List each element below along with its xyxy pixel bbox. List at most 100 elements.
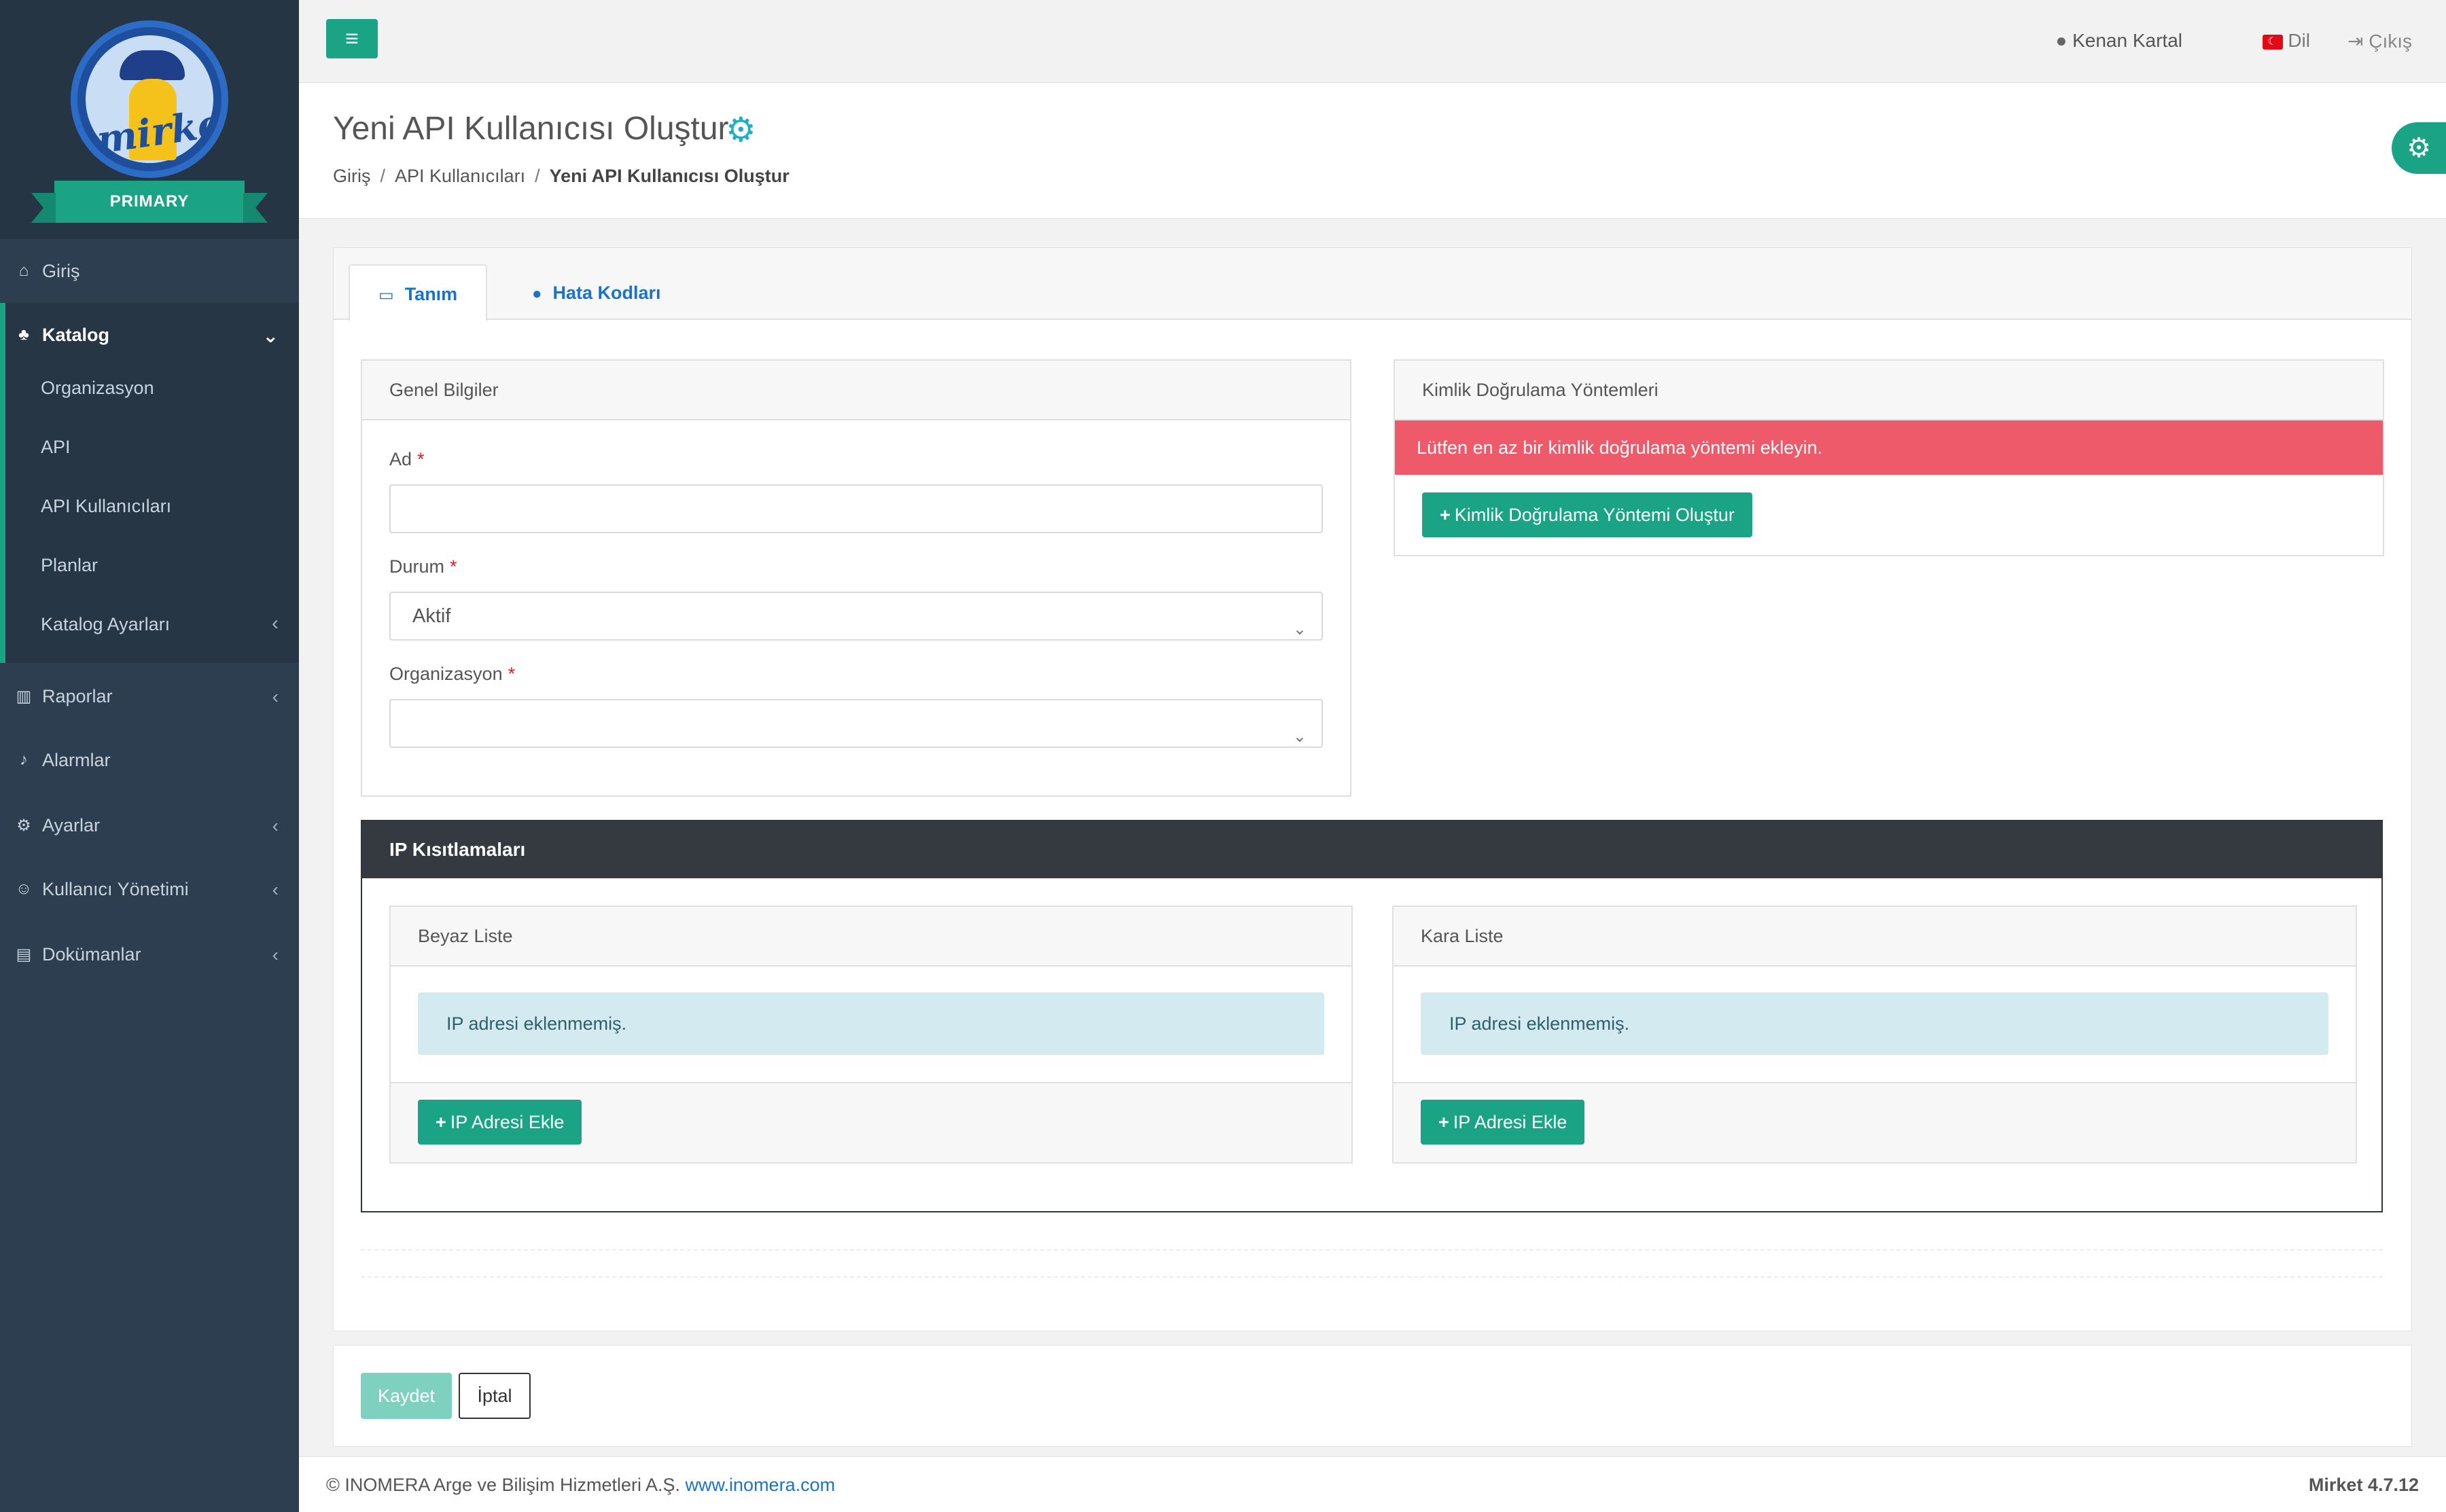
sidebar-subitem-katalog-ayarlari[interactable]: Katalog Ayarları [41,614,170,635]
sidebar-subitem-api-kullanicilari[interactable]: API Kullanıcıları [41,496,171,517]
form-actions: Kaydet İptal [333,1345,2412,1447]
language-label: Dil [2288,30,2310,51]
sidebar-item-kullanici-yonetimi[interactable]: ☺ Kullanıcı Yönetimi ‹ [0,857,299,921]
logo-ribbon: PRIMARY [31,181,268,223]
blacklist-empty-message: IP adresi eklenmemiş. [1421,992,2328,1055]
panel-title: Kara Liste [1394,907,2356,967]
sidebar-subitem-api[interactable]: API [41,437,71,458]
chart-icon: ▥ [16,687,32,706]
version: Mirket 4.7.12 [2308,1475,2419,1495]
breadcrumb-current: Yeni API Kullanıcısı Oluştur [549,166,790,186]
catalog-submenu: ♣ Katalog ⌄ Organizasyon API API Kullanı… [0,303,299,663]
page-title: Yeni API Kullanıcısı Oluştur [333,111,729,147]
chevron-down-icon: ⌄ [1292,620,1307,638]
hamburger-icon: ≡ [345,26,359,52]
page-header: Yeni API Kullanıcısı Oluştur ⚙ Giriş / API… [299,83,2446,219]
whitelist-panel: Beyaz Liste IP adresi eklenmemiş. + IP Ad… [389,905,1353,1164]
menu-toggle-button[interactable]: ≡ [326,19,378,58]
panel-title: Beyaz Liste [391,907,1351,967]
chevron-down-icon: ⌄ [1292,727,1307,746]
id-card-icon: ▭ [378,286,394,304]
mascot-logo-icon: mirket [71,20,228,178]
exclamation-circle-icon: ● [532,285,542,303]
breadcrumb-api-users[interactable]: API Kullanıcıları [395,166,525,186]
bell-icon: ♪ [20,751,28,769]
create-auth-method-button[interactable]: + Kimlik Doğrulama Yöntemi Oluştur [1422,492,1752,537]
tab-bar: ▭ Tanım ● Hata Kodları [334,248,2411,321]
auth-required-alert: Lütfen en az bir kimlik doğrulama yöntem… [1395,420,2383,475]
breadcrumb: Giriş / API Kullanıcıları / Yeni API Kullanı… [333,166,790,186]
sidebar-item-label: Ayarlar [42,814,101,835]
organization-label: Organizasyon * [389,664,516,684]
sidebar-item-dokumanlar[interactable]: ▤ Dokümanlar ‹ [0,922,299,986]
settings-float-button[interactable]: ⚙ [2392,122,2446,174]
tab-label: Tanım [404,284,458,304]
topbar: ≡ ● Kenan Kartal ☾ Dil ⇥ Çıkış [299,0,2446,83]
name-input[interactable] [389,484,1323,533]
sidebar-item-label: Giriş [42,260,80,281]
save-button[interactable]: Kaydet [361,1373,452,1419]
organization-select[interactable]: ⌄ [389,699,1323,748]
status-label: Durum * [389,556,457,577]
sitemap-icon: ♣ [18,325,29,344]
logo[interactable]: mirket PRIMARY [0,0,299,239]
user-menu[interactable]: ● Kenan Kartal [2055,30,2182,52]
plus-icon: + [436,1112,446,1132]
logout-label: Çıkış [2369,31,2412,52]
tab-tanim[interactable]: ▭ Tanım [349,264,488,321]
add-ip-blacklist-button[interactable]: + IP Adresi Ekle [1421,1100,1585,1145]
gears-icon: ⚙ [16,816,31,835]
sidebar-item-raporlar[interactable]: ▥ Raporlar ‹ [0,664,299,728]
turkish-flag-icon: ☾ [2262,34,2283,50]
chevron-left-icon: ‹ [272,612,279,634]
sidebar-item-giris[interactable]: ⌂ Giriş [0,239,299,303]
tab-hata-kodlari[interactable]: ● Hata Kodları [503,264,690,321]
users-icon: ☺ [15,880,33,898]
footer: © INOMERA Arge ve Bilişim Hizmetleri A.Ş… [299,1456,2446,1512]
divider [361,1249,2383,1250]
plus-icon: + [1438,1112,1449,1132]
sidebar-subitem-planlar[interactable]: Planlar [41,555,98,576]
sidebar-item-label: Alarmlar [42,749,111,770]
general-info-panel: Genel Bilgiler Ad * Durum * Aktif ⌄ Organi… [361,359,1351,797]
cancel-button[interactable]: İptal [459,1373,531,1419]
gears-icon: ⚙ [726,111,756,149]
language-menu[interactable]: ☾ Dil [2262,30,2310,52]
user-icon: ● [2055,30,2068,51]
chevron-left-icon: ‹ [272,815,279,836]
blacklist-panel: Kara Liste IP adresi eklenmemiş. + IP Adr… [1392,905,2357,1164]
tab-label: Hata Kodları [552,283,661,303]
sidebar-item-label: Katalog [42,324,110,345]
sidebar-item-alarmlar[interactable]: ♪ Alarmlar [0,728,299,792]
sign-out-icon: ⇥ [2347,31,2364,52]
chevron-left-icon: ‹ [272,944,279,965]
sidebar-item-label: Dokümanlar [42,943,141,965]
ip-restrictions-section: IP Kısıtlamaları Beyaz Liste IP adresi e… [361,820,2383,1212]
sidebar-item-katalog[interactable]: ♣ Katalog ⌄ [0,303,299,367]
chevron-left-icon: ‹ [272,879,279,900]
divider [361,1276,2383,1278]
plus-icon: + [1440,505,1451,525]
sidebar-subitem-organizasyon[interactable]: Organizasyon [41,378,154,399]
logout-link[interactable]: ⇥ Çıkış [2347,30,2412,52]
add-ip-whitelist-button[interactable]: + IP Adresi Ekle [418,1100,582,1145]
sidebar-item-ayarlar[interactable]: ⚙ Ayarlar ‹ [0,793,299,857]
sidebar-item-label: Kullanıcı Yönetimi [42,878,189,899]
panel-title: Kimlik Doğrulama Yöntemleri [1395,361,2383,420]
panel-title: Genel Bilgiler [362,361,1350,420]
name-label: Ad * [389,449,425,469]
chevron-down-icon: ⌄ [262,325,279,346]
home-icon: ⌂ [18,262,29,280]
auth-methods-panel: Kimlik Doğrulama Yöntemleri Lütfen en az… [1394,359,2384,556]
gears-icon: ⚙ [2407,133,2431,163]
copyright: © INOMERA Arge ve Bilişim Hizmetleri A.Ş… [326,1475,836,1495]
company-link[interactable]: www.inomera.com [686,1475,836,1495]
whitelist-empty-message: IP adresi eklenmemiş. [418,992,1324,1055]
breadcrumb-home[interactable]: Giriş [333,166,371,186]
user-name: Kenan Kartal [2072,30,2182,51]
status-select[interactable]: Aktif ⌄ [389,592,1323,641]
document-icon: ▤ [16,945,32,964]
main-card: ▭ Tanım ● Hata Kodları Genel Bilgiler Ad * … [333,247,2412,1331]
sidebar: mirket PRIMARY ⌂ Giriş ♣ Katalog ⌄ Organ… [0,0,299,1512]
chevron-left-icon: ‹ [272,686,279,707]
